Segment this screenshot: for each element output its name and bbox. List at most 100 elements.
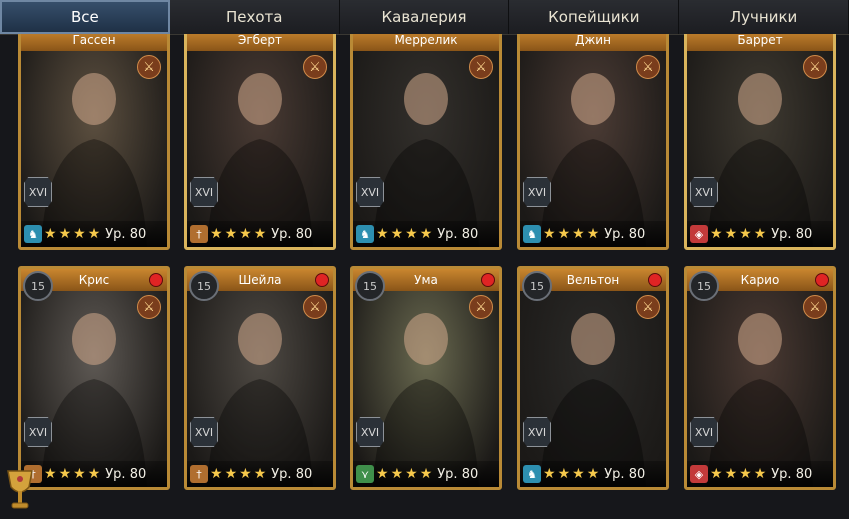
sword-icon[interactable]: ⚔ [803,55,827,79]
hero-level: Ур. 80 [105,466,147,482]
hero-level: Ур. 80 [771,466,813,482]
rank-badge: XVI [24,417,52,447]
rank-badge: XVI [190,177,218,207]
star-icon: ★ [543,466,556,482]
sword-icon: † [190,465,208,483]
notification-dot [815,273,829,287]
notification-dot [481,273,495,287]
star-icon: ★ [543,226,556,242]
rank-badge: XVI [190,417,218,447]
tab-4[interactable]: Лучники [679,0,849,34]
star-icon: ★ [572,226,585,242]
hero-card[interactable]: Вельтон 15 ⚔ XVI ♞ ★ ★ ★ ★ Ур. 80 [517,266,669,490]
hero-level: Ур. 80 [771,226,813,242]
medal-badge: 15 [689,271,719,301]
star-icon: ★ [44,226,57,242]
hero-card[interactable]: Ума 15 ⚔ XVI ⋎ ★ ★ ★ ★ Ур. 80 [350,266,502,490]
star-icon: ★ [753,466,767,482]
hero-card[interactable]: Баррет ⚔ XVI ◈ ★ ★ ★ ★ Ур. 80 [684,34,836,250]
rank-badge: XVI [523,417,551,447]
medal-badge: 15 [522,271,552,301]
hero-stats-bar: ⋎ ★ ★ ★ ★ Ур. 80 [353,461,499,487]
hero-stats-bar: † ★ ★ ★ ★ Ур. 80 [187,461,333,487]
hero-level: Ур. 80 [437,226,479,242]
star-icon: ★ [557,466,571,482]
hero-name: Гассен [21,34,167,51]
star-icon: ★ [239,226,252,242]
sword-icon[interactable]: ⚔ [137,55,161,79]
medal-badge: 15 [355,271,385,301]
notification-dot [149,273,163,287]
sword-icon[interactable]: ⚔ [303,295,327,319]
star-icon: ★ [710,226,723,242]
tab-1[interactable]: Пехота [170,0,340,34]
star-icon: ★ [44,466,57,482]
star-icon: ★ [724,226,738,242]
hero-name: Джин [520,34,666,51]
star-icon: ★ [224,226,238,242]
horse-icon: ♞ [356,225,374,243]
hero-name: Эгберт [187,34,333,51]
hero-card[interactable]: Шейла 15 ⚔ XVI † ★ ★ ★ ★ Ур. 80 [184,266,336,490]
shield-icon: ◈ [690,465,708,483]
star-icon: ★ [210,226,223,242]
hero-card[interactable]: Джин ⚔ XVI ♞ ★ ★ ★ ★ Ур. 80 [517,34,669,250]
rank-badge: XVI [690,177,718,207]
rank-badge: XVI [356,177,384,207]
sword-icon[interactable]: ⚔ [469,295,493,319]
star-icon: ★ [724,466,738,482]
rank-badge: XVI [356,417,384,447]
star-icon: ★ [405,226,418,242]
star-icon: ★ [390,466,404,482]
hero-name: Баррет [687,34,833,51]
star-icon: ★ [58,226,72,242]
star-icon: ★ [87,226,101,242]
hero-card[interactable]: Крис 15 ⚔ XVI † ★ ★ ★ ★ Ур. 80 [18,266,170,490]
medal-badge: 15 [189,271,219,301]
hero-card[interactable]: Меррелик ⚔ XVI ♞ ★ ★ ★ ★ Ур. 80 [350,34,502,250]
star-icon: ★ [739,466,752,482]
horse-icon: ♞ [523,225,541,243]
horse-icon: ♞ [24,225,42,243]
star-icon: ★ [572,466,585,482]
rank-badge: XVI [690,417,718,447]
star-icon: ★ [557,226,571,242]
arrows-icon: ⋎ [356,465,374,483]
star-icon: ★ [586,466,600,482]
goblet-icon[interactable] [0,463,40,519]
hero-level: Ур. 80 [437,466,479,482]
sword-icon[interactable]: ⚔ [137,295,161,319]
sword-icon[interactable]: ⚔ [803,295,827,319]
shield-icon: ◈ [690,225,708,243]
tab-0[interactable]: Все [0,0,170,34]
star-icon: ★ [405,466,418,482]
hero-card[interactable]: Гассен ⚔ XVI ♞ ★ ★ ★ ★ Ур. 80 [18,34,170,250]
hero-level: Ур. 80 [105,226,147,242]
star-icon: ★ [376,466,389,482]
rank-badge: XVI [523,177,551,207]
star-icon: ★ [73,466,86,482]
sword-icon: † [190,225,208,243]
hero-card[interactable]: Карио 15 ⚔ XVI ◈ ★ ★ ★ ★ Ур. 80 [684,266,836,490]
star-icon: ★ [710,466,723,482]
star-icon: ★ [739,226,752,242]
sword-icon[interactable]: ⚔ [636,295,660,319]
hero-grid: Гассен ⚔ XVI ♞ ★ ★ ★ ★ Ур. 80 Эгберт ⚔ XVI † ★ ★ ★ ★ Ур. … [0,34,849,519]
hero-level: Ур. 80 [604,466,646,482]
star-icon: ★ [586,226,600,242]
star-icon: ★ [419,226,433,242]
star-icon: ★ [753,226,767,242]
sword-icon[interactable]: ⚔ [303,55,327,79]
hero-level: Ур. 80 [604,226,646,242]
tab-3[interactable]: Копейщики [509,0,680,34]
sword-icon[interactable]: ⚔ [469,55,493,79]
hero-stats-bar: ♞ ★ ★ ★ ★ Ур. 80 [520,461,666,487]
rank-badge: XVI [24,177,52,207]
sword-icon[interactable]: ⚔ [636,55,660,79]
hero-stats-bar: ♞ ★ ★ ★ ★ Ур. 80 [520,221,666,247]
hero-card[interactable]: Эгберт ⚔ XVI † ★ ★ ★ ★ Ур. 80 [184,34,336,250]
star-icon: ★ [419,466,433,482]
hero-stats-bar: ◈ ★ ★ ★ ★ Ур. 80 [687,461,833,487]
hero-stats-bar: † ★ ★ ★ ★ Ур. 80 [187,221,333,247]
tab-2[interactable]: Кавалерия [340,0,510,34]
